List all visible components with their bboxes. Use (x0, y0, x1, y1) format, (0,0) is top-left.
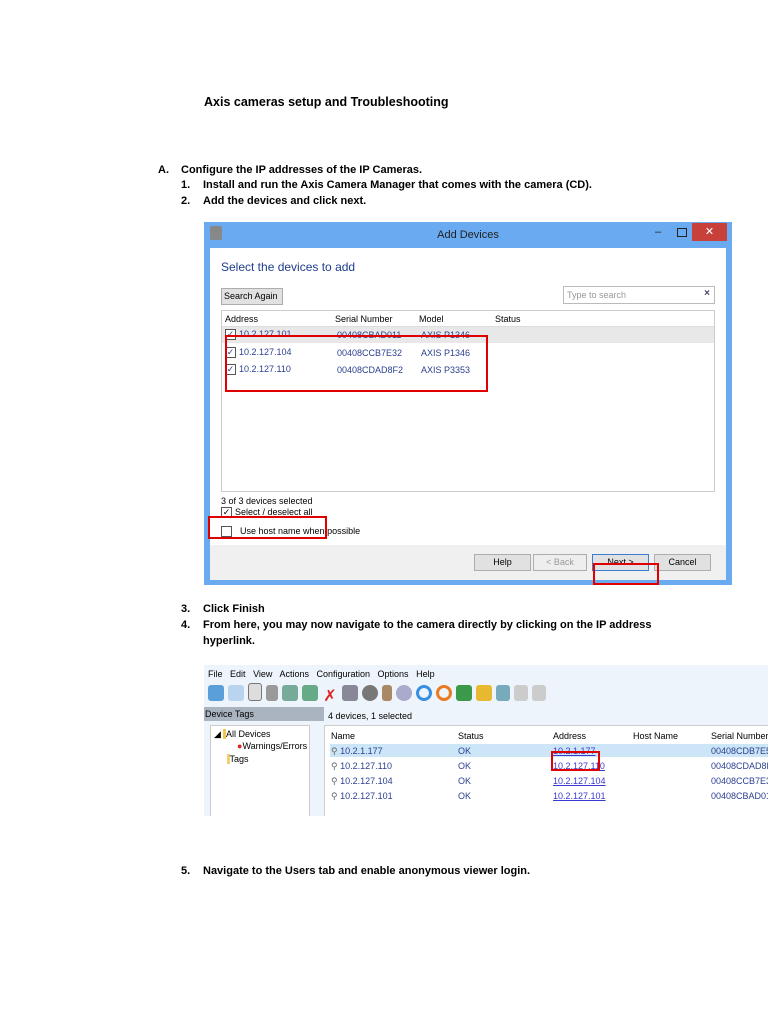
column-header-serial[interactable]: Serial Number (711, 731, 768, 741)
column-header-address[interactable]: Address (225, 314, 258, 324)
step-text: Add the devices and click next. (203, 195, 367, 207)
device-row-name[interactable]: ⚲ 10.2.127.110 (331, 761, 392, 772)
upgrade-icon[interactable] (382, 685, 392, 701)
clock-icon[interactable] (396, 685, 412, 701)
device-row-selected[interactable] (330, 744, 768, 757)
section-a-marker: A. (158, 164, 169, 176)
column-header-host-name[interactable]: Host Name (633, 731, 678, 741)
section-a-text: Configure the IP addresses of the IP Cam… (181, 164, 423, 176)
step-number: 5. (181, 865, 191, 877)
column-header-name[interactable]: Name (331, 731, 355, 741)
search-again-button[interactable]: Search Again (221, 288, 283, 305)
menu-bar: File Edit View Actions Configuration Opt… (208, 669, 435, 679)
device-row-name[interactable]: ⚲ 10.2.127.101 (331, 791, 393, 802)
tree-item-warnings[interactable]: ●Warnings/Errors (237, 741, 307, 751)
menu-file[interactable]: File (208, 669, 223, 679)
camera-settings-icon[interactable] (302, 685, 318, 701)
devices-list: Name Status Address Host Name Serial Num… (324, 725, 768, 816)
menu-edit[interactable]: Edit (230, 669, 246, 679)
assign-ip-icon[interactable] (228, 685, 244, 701)
remove-tag-icon[interactable] (532, 685, 546, 701)
dialog-title: Add Devices (437, 229, 499, 241)
close-button[interactable]: ✕ (692, 223, 727, 241)
device-row-serial: 00408CCB7E32 (711, 776, 768, 786)
device-tags-label: Device Tags (205, 709, 254, 719)
step-text: From here, you may now navigate to the c… (203, 619, 652, 631)
selected-count: 3 of 3 devices selected (221, 496, 313, 506)
edit-tag-icon[interactable] (514, 685, 528, 701)
restart-icon[interactable] (436, 685, 452, 701)
device-row-name[interactable]: ⚲ 10.2.127.104 (331, 776, 393, 787)
help-button[interactable]: Help (474, 554, 531, 571)
toolbar: ✗ (208, 683, 550, 706)
step-text: Click Finish (203, 603, 265, 615)
menu-view[interactable]: View (253, 669, 272, 679)
clear-search-icon[interactable]: × (704, 288, 710, 299)
step-number: 4. (181, 619, 191, 631)
step-number: 1. (181, 179, 191, 191)
column-header-status[interactable]: Status (495, 314, 521, 324)
clipboard-icon[interactable] (248, 683, 262, 701)
camera-config-icon[interactable] (342, 685, 358, 701)
device-row-serial: 00408CDB7E54 (711, 746, 768, 756)
highlight-box (551, 751, 600, 771)
menu-options[interactable]: Options (378, 669, 409, 679)
step-text: hyperlink. (203, 635, 255, 647)
camera-icon: ⚲ (331, 791, 338, 801)
password-icon[interactable] (362, 685, 378, 701)
menu-actions[interactable]: Actions (279, 669, 309, 679)
add-device-icon[interactable] (208, 685, 224, 701)
delete-icon[interactable]: ✗ (322, 689, 338, 705)
minimize-button[interactable]: – (655, 226, 661, 238)
device-row-status: OK (458, 746, 472, 756)
add-tag-icon[interactable] (496, 685, 510, 701)
dialog-body: Select the devices to add Search Again T… (210, 248, 726, 545)
menu-help[interactable]: Help (416, 669, 435, 679)
device-count: 4 devices, 1 selected (328, 711, 413, 721)
menu-configuration[interactable]: Configuration (316, 669, 370, 679)
maximize-button[interactable] (677, 228, 687, 237)
camera-icon: ⚲ (331, 776, 338, 786)
export-icon[interactable] (456, 685, 472, 701)
camera-manager-window: File Edit View Actions Configuration Opt… (204, 665, 768, 816)
plugin-icon[interactable] (476, 685, 492, 701)
device-row-status: OK (458, 761, 472, 771)
device-tree: ◢ All Devices ●Warnings/Errors Tags (210, 725, 310, 816)
column-header-status[interactable]: Status (458, 731, 484, 741)
device-row-serial: 00408CDAD8F2 (711, 761, 768, 771)
device-row-name[interactable]: ⚲ 10.2.1.177 (331, 746, 383, 757)
dialog-heading: Select the devices to add (221, 260, 356, 274)
camera-icon[interactable] (266, 685, 278, 701)
device-row-status: OK (458, 791, 472, 801)
cancel-button[interactable]: Cancel (654, 554, 711, 571)
column-header-model[interactable]: Model (419, 314, 444, 324)
search-placeholder: Type to search (567, 290, 627, 300)
tree-item-all-devices[interactable]: ◢ All Devices (214, 729, 270, 740)
highlight-box (208, 516, 327, 539)
device-address-link[interactable]: 10.2.127.104 (553, 776, 606, 786)
document-title: Axis cameras setup and Troubleshooting (204, 95, 449, 109)
camera-icon: ⚲ (331, 746, 338, 756)
document-page: Axis cameras setup and Troubleshooting A… (0, 0, 768, 1024)
camera-add-icon[interactable] (282, 685, 298, 701)
device-row-serial: 00408CBAD011 (711, 791, 768, 801)
camera-icon: ⚲ (331, 761, 338, 771)
step-number: 2. (181, 195, 191, 207)
refresh-icon[interactable] (416, 685, 432, 701)
tree-item-tags[interactable]: Tags (227, 754, 249, 764)
back-button[interactable]: < Back (533, 554, 587, 571)
step-text: Navigate to the Users tab and enable ano… (203, 865, 531, 877)
column-header-serial[interactable]: Serial Number (335, 314, 393, 324)
device-tags-header: Device Tags (204, 707, 324, 721)
device-row-status: OK (458, 776, 472, 786)
search-input[interactable]: Type to search × (563, 286, 715, 304)
step-text: Install and run the Axis Camera Manager … (203, 179, 592, 191)
column-header-address[interactable]: Address (553, 731, 586, 741)
highlight-box (593, 563, 659, 585)
step-number: 3. (181, 603, 191, 615)
highlight-box (225, 335, 488, 392)
device-address-link[interactable]: 10.2.127.101 (553, 791, 606, 801)
